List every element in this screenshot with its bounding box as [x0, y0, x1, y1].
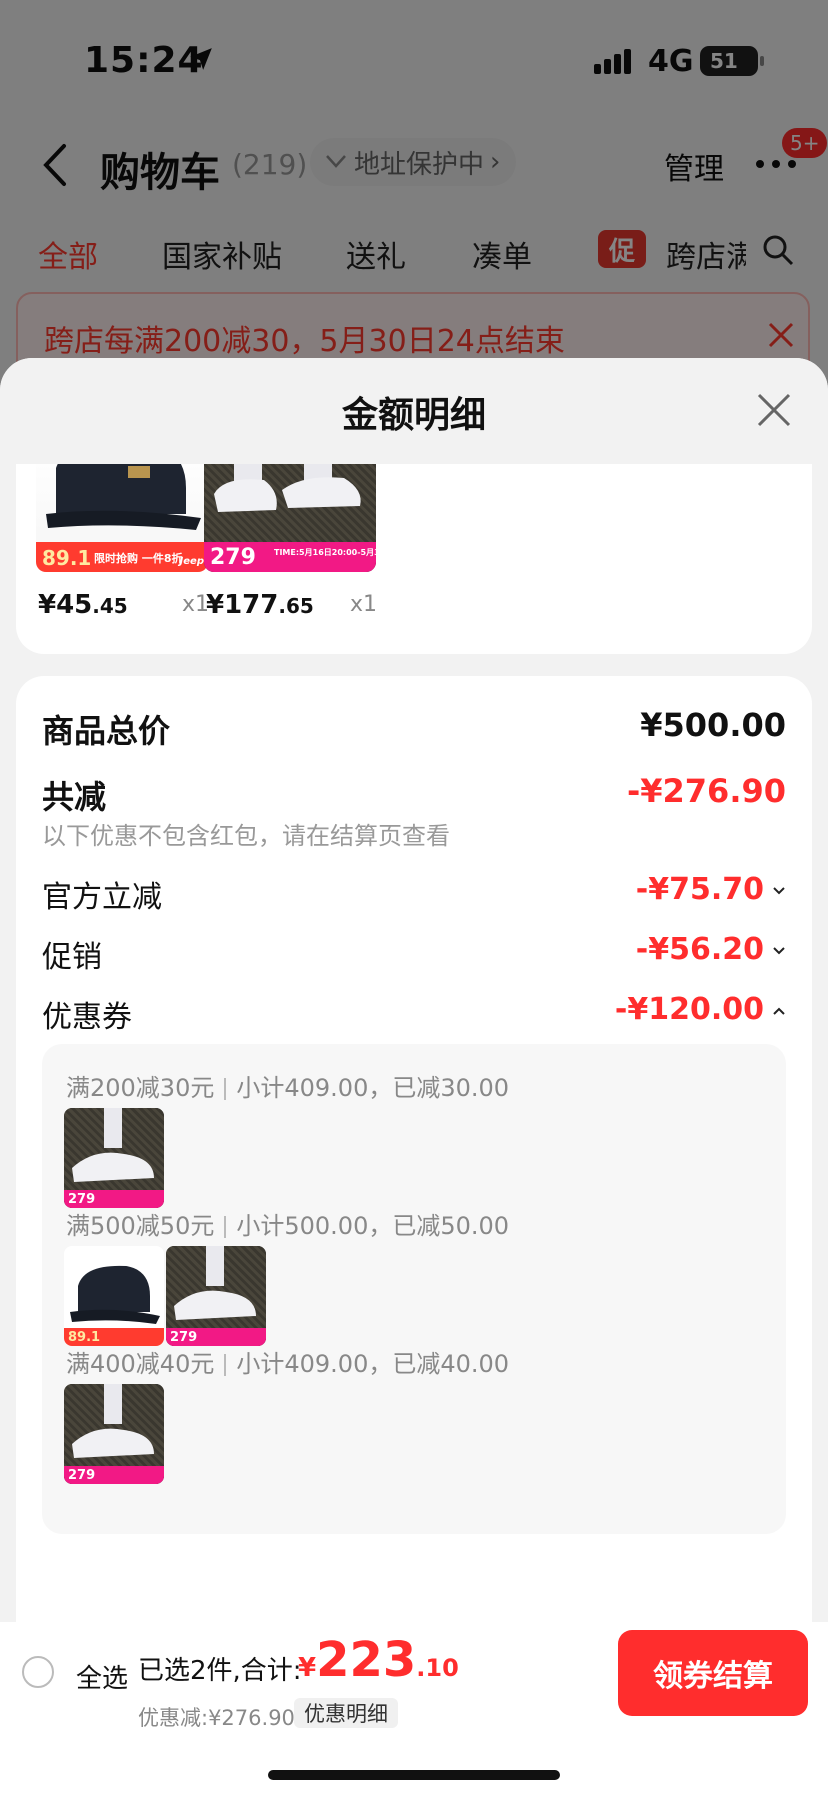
coupon-rule-line: 满200减30元 小计409.00，已减30.00: [66, 1074, 510, 1102]
product-thumbnail[interactable]: 89.1: [64, 1246, 164, 1346]
coupon-row[interactable]: -¥120.00: [615, 992, 786, 1027]
chevron-up-icon: [773, 1007, 785, 1015]
selected-products: 89.1 限时抢购 一件8折 Jeep ¥45.45 x1 279 TIME:5…: [16, 464, 812, 654]
subtotal-value: ¥500.00: [640, 706, 786, 744]
product-qty: x1: [182, 592, 210, 617]
total-price: ¥223.10: [298, 1632, 459, 1688]
thumb-price: 279: [68, 1468, 96, 1483]
product-image-price: 279: [210, 545, 256, 570]
product-image-tag: 限时抢购 一件8折: [94, 552, 183, 565]
product-image: 279 TIME:5月16日20:00-5月30日: [204, 464, 376, 572]
product-thumbnail[interactable]: 279: [64, 1384, 164, 1484]
discount-text: 优惠减:¥276.90: [138, 1706, 295, 1730]
discount-total-value: -¥276.90: [626, 772, 786, 810]
official-discount-row[interactable]: -¥75.70: [636, 872, 786, 907]
checkout-bar: 全选 已选2件,合计: ¥223.10 优惠减:¥276.90 优惠明细 领券结…: [0, 1622, 828, 1796]
product-price-strip: 279 TIME:5月16日20:00-5月30日: [204, 542, 376, 572]
selected-summary: 已选2件,合计:: [138, 1656, 302, 1686]
product-price-strip: 89.1 限时抢购 一件8折 Jeep: [36, 542, 208, 572]
coupon-rule-line: 满500减50元 小计500.00，已减50.00: [66, 1212, 510, 1240]
chevron-down-icon: [773, 946, 785, 954]
select-all-label[interactable]: 全选: [76, 1658, 128, 1695]
select-all-radio[interactable]: [22, 1656, 54, 1688]
product-price: ¥45.45: [38, 590, 128, 620]
product-thumbnail[interactable]: 279: [166, 1246, 266, 1346]
thumb-price: 279: [170, 1330, 198, 1345]
product-image-price: 89.1: [42, 546, 92, 570]
promotion-row[interactable]: -¥56.20: [636, 932, 786, 967]
product-thumbnail[interactable]: 279: [64, 1108, 164, 1208]
thumb-price: 279: [68, 1192, 96, 1207]
checkout-button[interactable]: 领券结算: [618, 1630, 808, 1716]
coupon-detail-box: 满200减30元 小计409.00，已减30.00 279 满500减50元 小计5…: [42, 1044, 786, 1534]
amount-detail-sheet: 金额明细 89.1 限时抢购 一件8折 Jeep ¥45.45 x1 279 T…: [0, 358, 828, 1796]
official-discount-label: 官方立减: [42, 880, 162, 915]
brand-logo: Jeep: [179, 556, 204, 567]
discount-note: 以下优惠不包含红包，请在结算页查看: [42, 822, 450, 850]
product-image: 89.1 限时抢购 一件8折 Jeep: [36, 464, 208, 572]
chevron-down-icon: [773, 886, 785, 894]
sheet-title: 金额明细: [341, 395, 486, 436]
sheet-header: 金额明细: [0, 358, 828, 464]
promotion-label: 促销: [42, 940, 102, 975]
coupon-label: 优惠券: [42, 1000, 132, 1035]
close-icon[interactable]: [756, 392, 792, 428]
home-indicator: [268, 1770, 560, 1780]
subtotal-label: 商品总价: [42, 712, 171, 750]
product-price: ¥177.65: [206, 590, 314, 620]
thumb-price: 89.1: [68, 1330, 101, 1345]
coupon-rule-line: 满400减40元 小计409.00，已减40.00: [66, 1350, 510, 1378]
discount-detail-button[interactable]: 优惠明细: [294, 1698, 398, 1728]
product-qty: x1: [350, 592, 378, 617]
discount-total-label: 共减: [42, 778, 107, 816]
product-image-tag: TIME:5月16日20:00-5月30日: [274, 548, 376, 557]
